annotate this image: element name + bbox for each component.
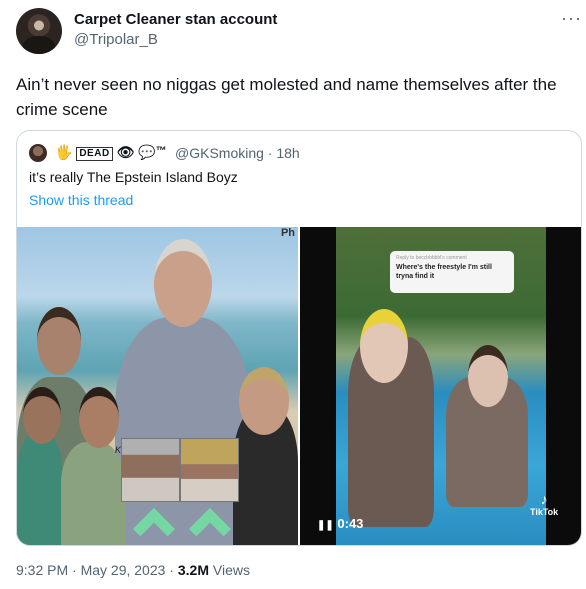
mugshot-photo: [180, 438, 239, 502]
video-timer[interactable]: ❚❚ 0:43: [317, 516, 363, 531]
image-corner-label: Ph: [280, 227, 295, 239]
video-frame: Reply to beccbbbbbl's comment Where's th…: [336, 227, 546, 545]
tweet-time-date[interactable]: 9:32 PM · May 29, 2023 ·: [16, 562, 178, 578]
author-avatar[interactable]: [16, 8, 62, 54]
mugshot-photo: [121, 438, 180, 502]
video-time: 0:43: [337, 516, 364, 531]
trademark-symbol: ™: [155, 145, 167, 157]
quoted-handle-time: @GKSmoking · 18h: [175, 145, 300, 161]
author-display-name[interactable]: Carpet Cleaner stan account: [74, 11, 277, 28]
pause-icon[interactable]: ❚❚: [317, 520, 334, 531]
quoted-video-right[interactable]: Reply to beccbbbbbl's comment Where's th…: [300, 227, 581, 545]
child-figure: [17, 432, 63, 545]
child-head: [23, 387, 61, 444]
tweet: Carpet Cleaner stan account @Tripolar_B …: [0, 0, 586, 589]
tiktok-label: TikTok: [530, 507, 559, 517]
adult-head: [154, 239, 212, 327]
eye-emoji-icon: 👁: [116, 144, 135, 160]
person-head: [360, 309, 408, 383]
quoted-image-left[interactable]: Ph Kotari: [17, 227, 298, 545]
quoted-tweet[interactable]: 🖐 DEAD 👁 💬™ @GKSmoking · 18h it’s really…: [16, 130, 582, 546]
child-head: [37, 307, 81, 375]
reply-text: Where's the freestyle I'm still tryna fi…: [396, 264, 492, 280]
person-head: [468, 345, 508, 407]
quoted-author-avatar: [29, 144, 47, 162]
child-figure: [61, 442, 125, 545]
tweet-text: Ain’t never seen no niggas get molested …: [16, 75, 557, 119]
views-label: Views: [208, 562, 250, 578]
hand-emoji-icon: 🖐: [55, 144, 73, 160]
views-count: 3.2M: [177, 562, 209, 578]
dead-box-label: DEAD: [76, 147, 113, 161]
author-handle[interactable]: @Tripolar_B: [74, 31, 158, 48]
more-options-icon[interactable]: ···: [561, 8, 582, 29]
speech-bubble-emoji-icon: 💬: [138, 144, 156, 160]
comment-reply-sticker: Reply to beccbbbbbl's comment Where's th…: [390, 251, 514, 293]
show-thread-link[interactable]: Show this thread: [29, 192, 133, 208]
reply-small-text: Reply to beccbbbbbl's comment: [396, 255, 467, 261]
adult-figure: [115, 317, 251, 545]
tiktok-watermark: ♪ TikTok: [530, 491, 558, 517]
tweet-timestamp[interactable]: 9:32 PM · May 29, 2023 · 3.2M Views: [16, 562, 250, 578]
tiktok-icon: ♪: [540, 491, 548, 507]
child-head: [239, 367, 289, 435]
quoted-tweet-text: it’s really The Epstein Island Boyz: [29, 169, 238, 185]
quoted-author-name: 🖐 DEAD 👁 💬™: [55, 144, 167, 161]
child-head: [79, 387, 119, 448]
